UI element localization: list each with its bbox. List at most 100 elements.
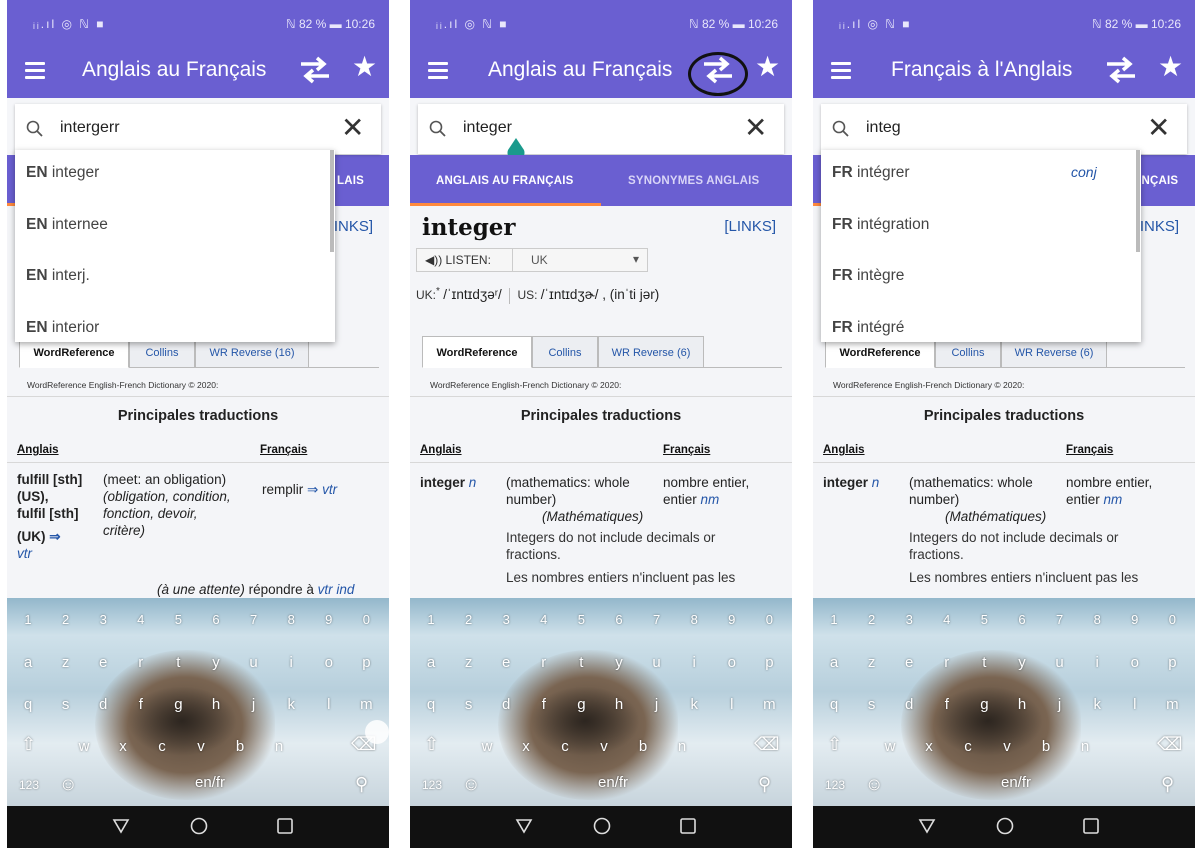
key-t[interactable]: t [967, 640, 1001, 674]
home-nav-icon[interactable] [995, 816, 1015, 836]
key-a[interactable]: a [414, 640, 448, 674]
shift-key[interactable]: ⇧ [21, 734, 36, 755]
key-2[interactable]: 2 [855, 602, 889, 636]
key-9[interactable]: 9 [715, 602, 749, 636]
menu-icon[interactable] [25, 62, 45, 79]
key-a[interactable]: a [817, 640, 851, 674]
key-z[interactable]: z [49, 640, 83, 674]
scrollbar[interactable] [1136, 150, 1140, 252]
key-0[interactable]: 0 [349, 602, 383, 636]
recents-nav-icon[interactable] [1081, 816, 1101, 836]
key-6[interactable]: 6 [199, 602, 233, 636]
key-w[interactable]: w [67, 724, 101, 758]
key-y[interactable]: y [602, 640, 636, 674]
key-l[interactable]: l [1118, 682, 1152, 716]
tab-anglais-au-francais[interactable]: ANGLAIS AU FRANÇAIS [436, 175, 574, 187]
key-0[interactable]: 0 [1155, 602, 1189, 636]
key-p[interactable]: p [1155, 640, 1189, 674]
key-c[interactable]: c [548, 724, 582, 758]
key-r[interactable]: r [527, 640, 561, 674]
key-1[interactable]: 1 [817, 602, 851, 636]
menu-icon[interactable] [831, 62, 851, 79]
key-v[interactable]: v [990, 724, 1024, 758]
key-7[interactable]: 7 [1043, 602, 1077, 636]
emoji-key[interactable]: ☺ [59, 774, 77, 795]
key-y[interactable]: y [1005, 640, 1039, 674]
key-s[interactable]: s [49, 682, 83, 716]
key-p[interactable]: p [752, 640, 786, 674]
key-a[interactable]: a [11, 640, 45, 674]
emoji-key[interactable]: ☺ [865, 774, 883, 795]
key-n[interactable]: n [1068, 724, 1102, 758]
key-u[interactable]: u [1043, 640, 1077, 674]
key-1[interactable]: 1 [414, 602, 448, 636]
tab-wordreference[interactable]: WordReference [422, 336, 532, 368]
key-n[interactable]: n [262, 724, 296, 758]
key-6[interactable]: 6 [602, 602, 636, 636]
search-key[interactable]: ⚲ [1161, 774, 1174, 795]
key-8[interactable]: 8 [677, 602, 711, 636]
listen-button[interactable]: ◀)) LISTEN: [417, 249, 513, 271]
recents-nav-icon[interactable] [678, 816, 698, 836]
search-bar[interactable]: integ ✕ [821, 104, 1187, 154]
key-w[interactable]: w [873, 724, 907, 758]
search-key[interactable]: ⚲ [758, 774, 771, 795]
swap-languages-icon[interactable] [297, 55, 333, 85]
key-v[interactable]: v [587, 724, 621, 758]
search-input[interactable]: integ [866, 119, 901, 137]
suggestion-item[interactable]: FR intègre [821, 253, 1133, 303]
key-x[interactable]: x [106, 724, 140, 758]
key-g[interactable]: g [967, 682, 1001, 716]
key-2[interactable]: 2 [49, 602, 83, 636]
suggestion-item[interactable]: FR intégré [821, 305, 1133, 342]
favorite-star-icon[interactable]: ★ [755, 52, 780, 82]
tab-synonyms[interactable]: SYNONYMES ANGLAIS [628, 175, 759, 187]
space-key[interactable]: en/fr [931, 766, 1101, 798]
key-z[interactable]: z [452, 640, 486, 674]
back-nav-icon[interactable] [111, 816, 131, 836]
key-h[interactable]: h [602, 682, 636, 716]
search-input[interactable]: intergerr [60, 119, 120, 137]
key-n[interactable]: n [665, 724, 699, 758]
search-bar[interactable]: intergerr ✕ [15, 104, 381, 154]
key-i[interactable]: i [677, 640, 711, 674]
back-nav-icon[interactable] [514, 816, 534, 836]
key-k[interactable]: k [677, 682, 711, 716]
key-c[interactable]: c [951, 724, 985, 758]
space-key[interactable]: en/fr [528, 766, 698, 798]
suggestion-item[interactable]: EN interior [15, 305, 327, 342]
key-4[interactable]: 4 [527, 602, 561, 636]
key-g[interactable]: g [564, 682, 598, 716]
key-o[interactable]: o [715, 640, 749, 674]
key-o[interactable]: o [1118, 640, 1152, 674]
back-nav-icon[interactable] [917, 816, 937, 836]
key-p[interactable]: p [349, 640, 383, 674]
key-e[interactable]: e [86, 640, 120, 674]
suggestion-item[interactable]: FR intégration [821, 202, 1133, 252]
key-2[interactable]: 2 [452, 602, 486, 636]
key-t[interactable]: t [161, 640, 195, 674]
numbers-mode-key[interactable]: 123 [19, 778, 39, 792]
key-6[interactable]: 6 [1005, 602, 1039, 636]
key-j[interactable]: j [640, 682, 674, 716]
key-9[interactable]: 9 [1118, 602, 1152, 636]
tab-wr-reverse[interactable]: WR Reverse (6) [598, 336, 704, 368]
key-0[interactable]: 0 [752, 602, 786, 636]
key-r[interactable]: r [124, 640, 158, 674]
tab-collins[interactable]: Collins [532, 336, 598, 368]
key-7[interactable]: 7 [237, 602, 271, 636]
key-k[interactable]: k [274, 682, 308, 716]
key-8[interactable]: 8 [274, 602, 308, 636]
key-1[interactable]: 1 [11, 602, 45, 636]
recents-nav-icon[interactable] [275, 816, 295, 836]
key-m[interactable]: m [349, 682, 383, 716]
key-7[interactable]: 7 [640, 602, 674, 636]
search-input[interactable]: integer [463, 119, 512, 137]
key-f[interactable]: f [930, 682, 964, 716]
suggestion-item[interactable]: EN internee [15, 202, 327, 252]
key-3[interactable]: 3 [86, 602, 120, 636]
key-s[interactable]: s [855, 682, 889, 716]
search-key[interactable]: ⚲ [355, 774, 368, 795]
key-d[interactable]: d [86, 682, 120, 716]
key-b[interactable]: b [223, 724, 257, 758]
